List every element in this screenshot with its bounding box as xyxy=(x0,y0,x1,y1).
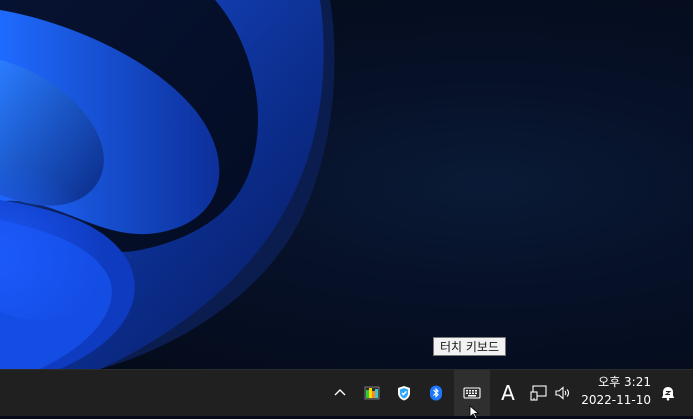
input-method-indicator[interactable]: A xyxy=(496,370,520,416)
shield-security-icon xyxy=(398,386,410,401)
mouse-cursor-icon xyxy=(469,405,480,419)
taskbar: A 오후 3:21 2022-11-10 xyxy=(0,369,693,419)
desktop: 터치 키보드 xyxy=(0,0,693,369)
clock-time: 오후 3:21 xyxy=(598,375,651,389)
clock-button[interactable]: 오후 3:21 2022-11-10 xyxy=(580,373,660,413)
tray-volume[interactable] xyxy=(552,370,574,416)
keyboard-icon xyxy=(463,387,481,399)
notification-bell-icon xyxy=(662,387,674,401)
color-chart-app-icon xyxy=(364,386,380,400)
tray-app-color-chart[interactable] xyxy=(360,370,384,416)
bluetooth-icon xyxy=(430,385,442,401)
volume-icon xyxy=(555,386,570,400)
touch-keyboard-tooltip: 터치 키보드 xyxy=(433,337,507,356)
clock-date: 2022-11-10 xyxy=(581,393,651,407)
notification-center-button[interactable] xyxy=(658,370,678,416)
tooltip-text: 터치 키보드 xyxy=(440,340,500,354)
tray-bluetooth[interactable] xyxy=(424,370,448,416)
tray-app-security[interactable] xyxy=(392,370,416,416)
chevron-up-icon xyxy=(334,389,346,396)
show-hidden-icons-button[interactable] xyxy=(328,370,352,416)
wallpaper-bloom xyxy=(0,0,335,369)
tray-network[interactable] xyxy=(528,370,550,416)
ime-label: A xyxy=(501,381,515,405)
network-icon xyxy=(530,385,547,401)
